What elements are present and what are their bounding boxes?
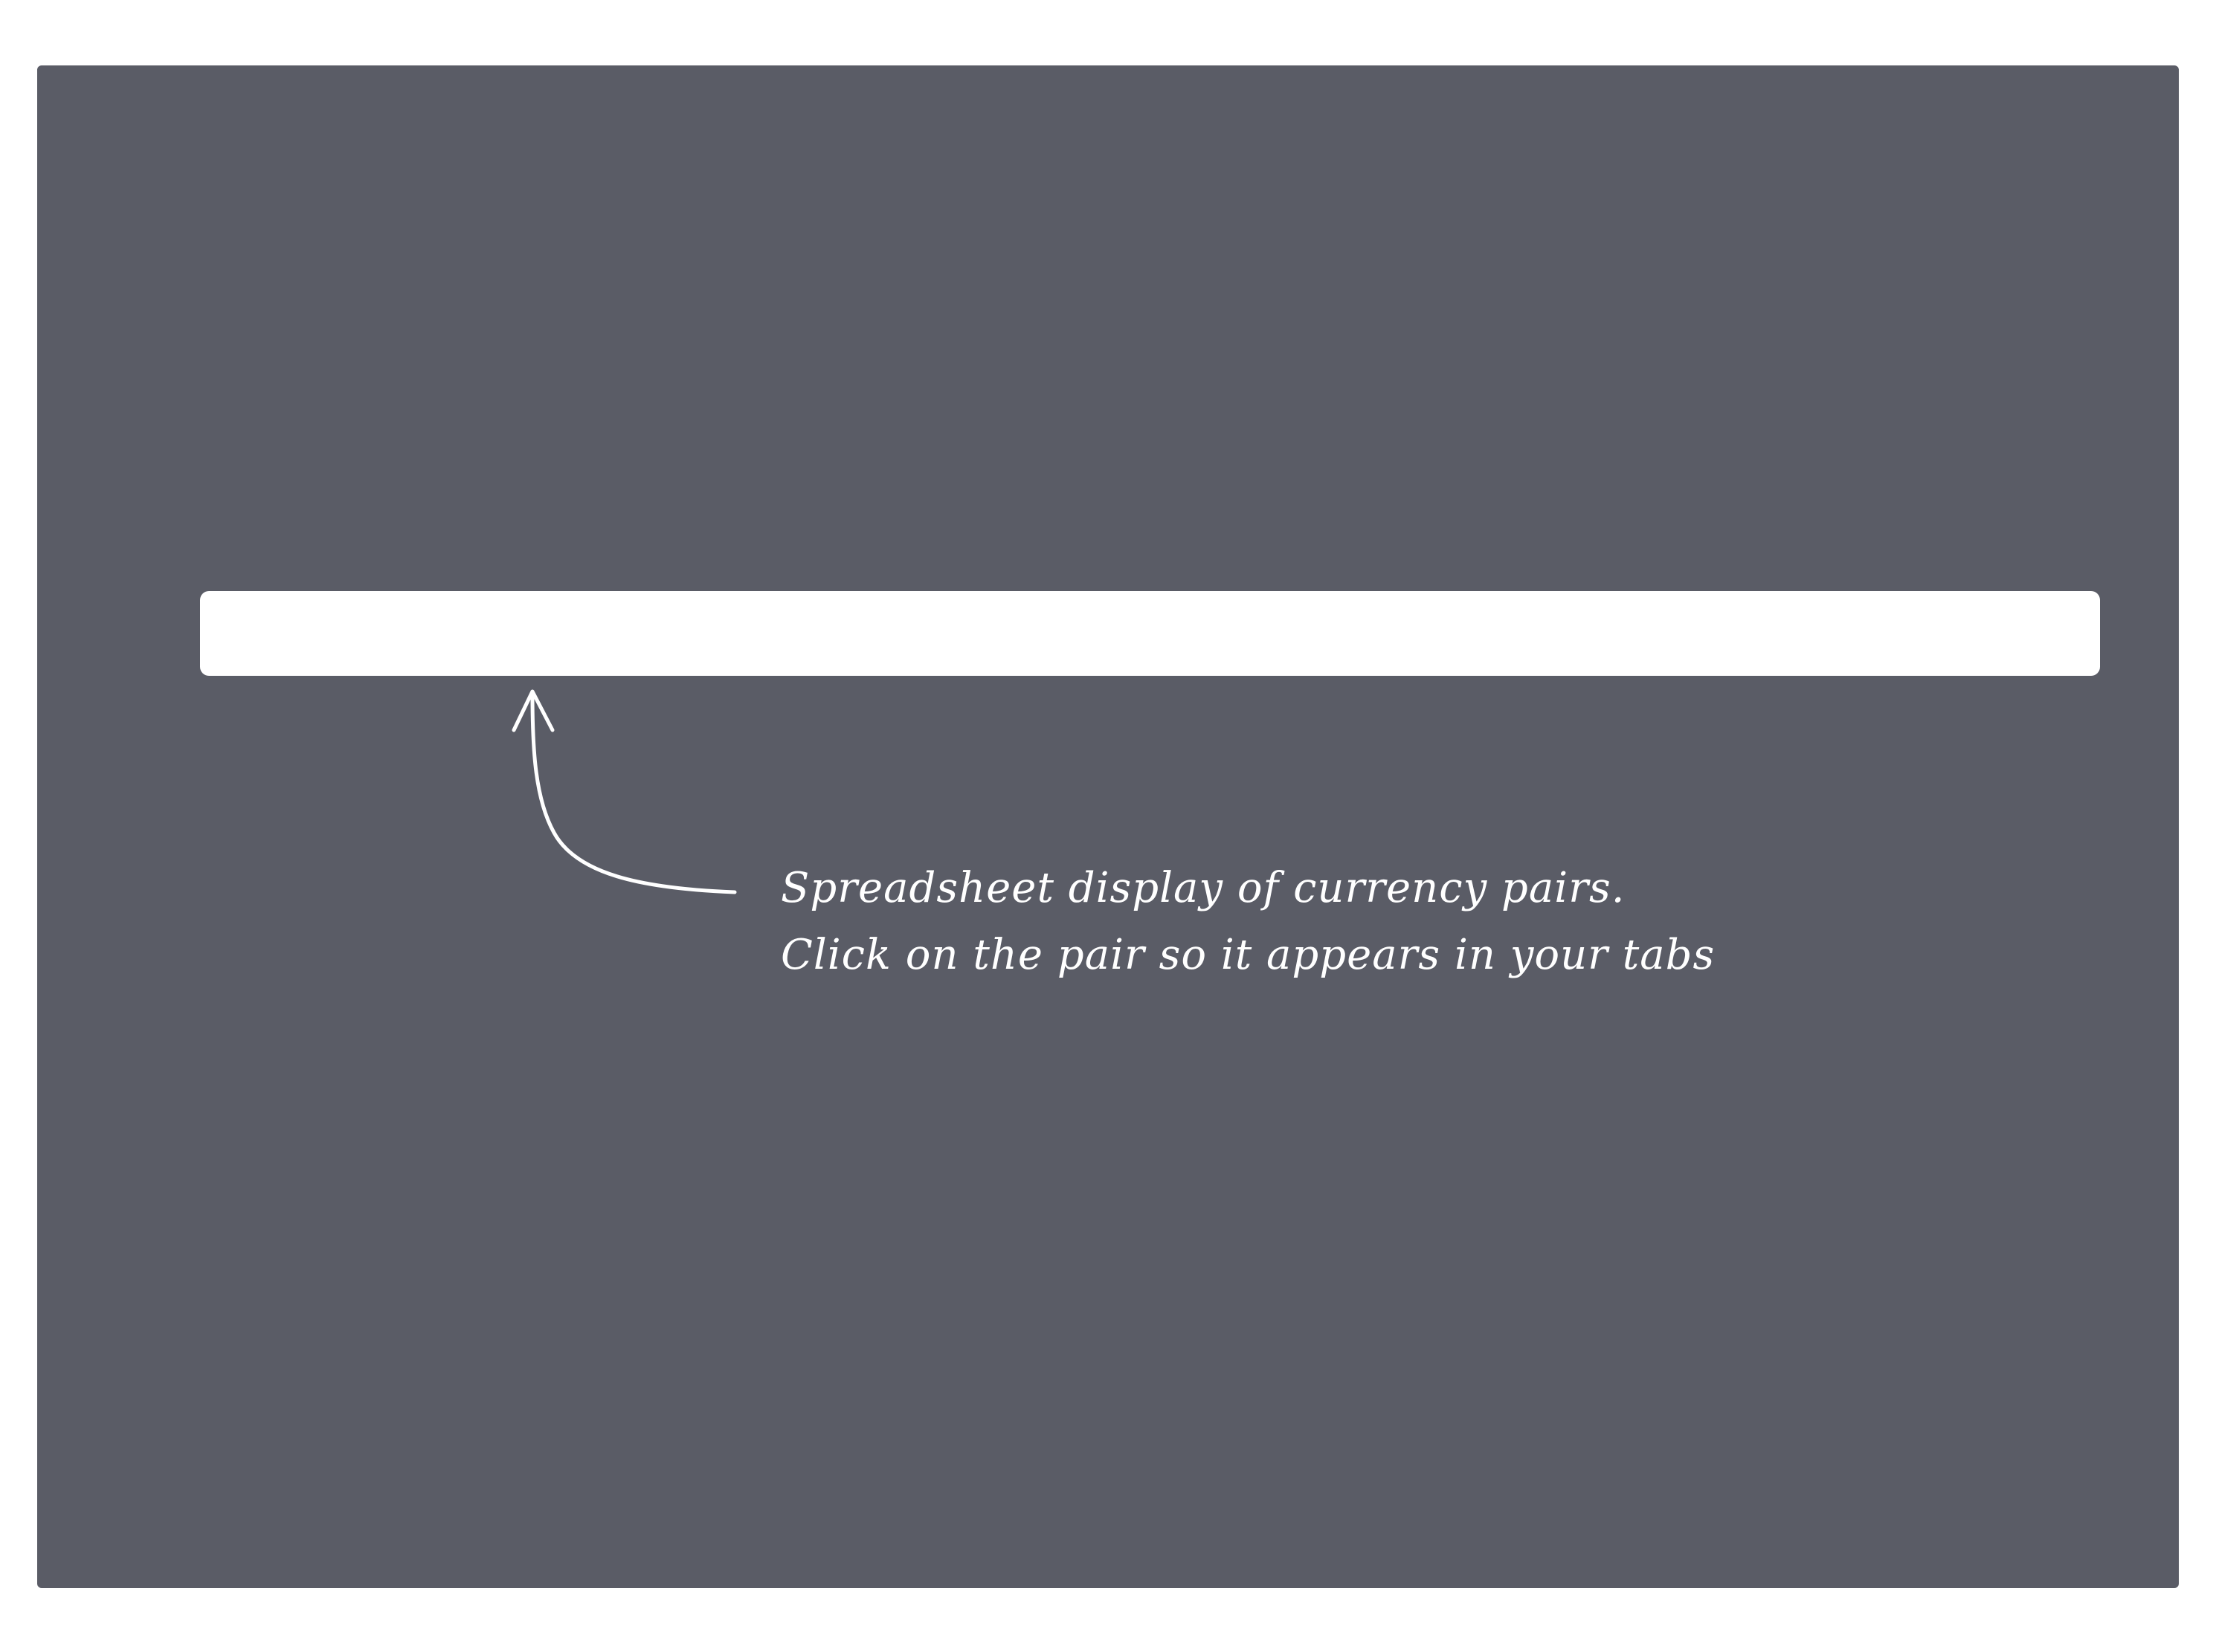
currency-pairs-spreadsheet-highlight[interactable] [200, 591, 2100, 676]
tutorial-note-line-1: Spreadsheet display of currency pairs. [781, 864, 1626, 912]
tutorial-note-line-2: Click on the pair so it appears in your … [781, 931, 1716, 979]
tutorial-overlay [37, 65, 2179, 1588]
tutorial-note: Spreadsheet display of currency pairs. C… [781, 855, 1715, 989]
